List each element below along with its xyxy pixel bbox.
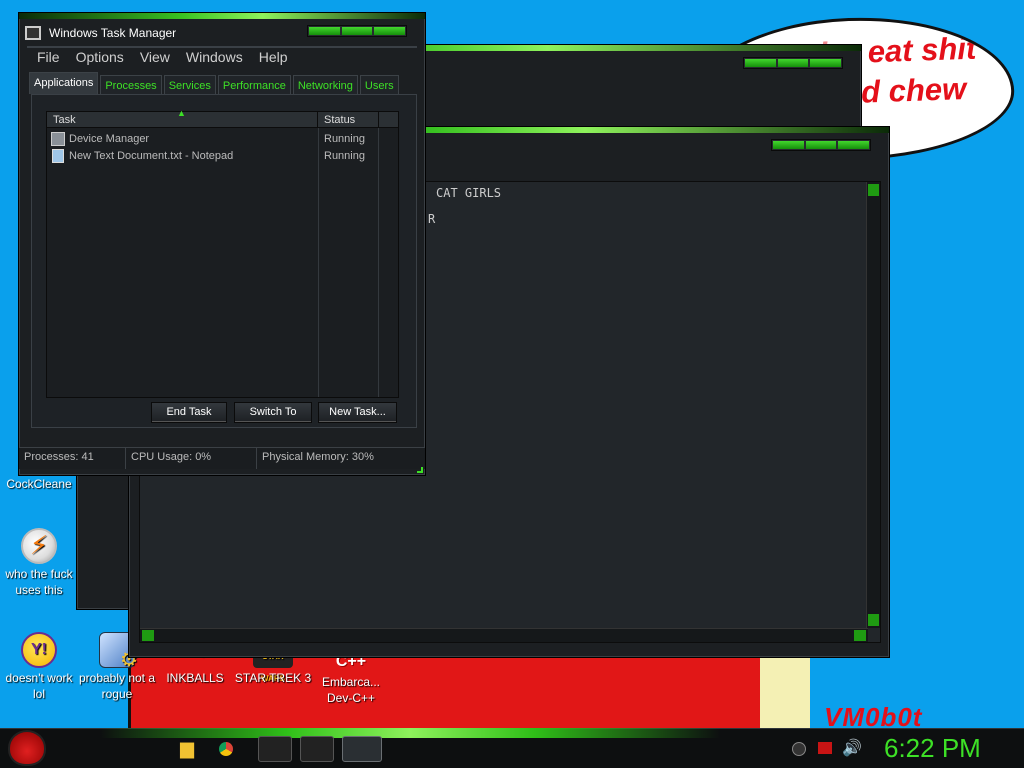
end-task-button[interactable]: End Task — [151, 402, 227, 423]
task-manager-window[interactable]: Windows Task Manager File Options View W… — [18, 12, 426, 476]
lightning-icon: ⚡ — [21, 528, 57, 564]
window-controls[interactable] — [771, 139, 871, 151]
tab-strip: Applications Processes Services Performa… — [29, 72, 401, 94]
new-task-button[interactable]: New Task... — [318, 402, 397, 423]
notepad-text-line1: CAT GIRLS — [436, 186, 502, 200]
tab-services[interactable]: Services — [163, 75, 216, 94]
menu-help[interactable]: Help — [251, 47, 296, 69]
desktop-icon-label: doesn't work lol — [5, 671, 73, 701]
task-manager-taskbar-icon[interactable] — [342, 736, 382, 762]
scroll-left-arrow-icon[interactable] — [142, 630, 154, 641]
window-title: Windows Task Manager — [49, 26, 177, 40]
status-bar: Processes: 41 CPU Usage: 0% Physical Mem… — [19, 447, 425, 469]
minimize-button[interactable] — [309, 27, 340, 35]
desktop-icon-winamp[interactable]: ⚡ who the fuck uses this — [0, 528, 80, 598]
notepad-text-line2: R — [428, 212, 436, 226]
bubble-text-line1: eat shit — [867, 30, 977, 70]
applications-panel: Task ▲ Status Device Manager Running New… — [31, 94, 417, 428]
taskbar-clock[interactable]: 6:22 PM — [884, 733, 981, 764]
yahoo-messenger-icon: Y! — [21, 632, 57, 668]
tray-network-icon[interactable] — [818, 742, 832, 754]
task-status: Running — [324, 150, 365, 162]
tab-networking[interactable]: Networking — [292, 75, 358, 94]
desktop-icon-label: CockCleane — [6, 477, 72, 491]
desktop-icon-label: Embarca... Dev-C++ — [321, 675, 381, 705]
column-divider — [378, 128, 379, 397]
task-name: New Text Document.txt - Notepad — [69, 150, 234, 162]
column-divider — [318, 128, 319, 397]
menu-windows[interactable]: Windows — [178, 47, 251, 69]
tray-chevron-icon[interactable] — [792, 742, 806, 756]
notepad-icon — [52, 149, 64, 163]
desktop-icon-label: INKBALLS — [166, 671, 224, 685]
window-controls[interactable] — [743, 57, 843, 69]
scroll-right-arrow-icon[interactable] — [854, 630, 866, 641]
device-manager-icon — [51, 132, 65, 146]
tab-performance[interactable]: Performance — [217, 75, 291, 94]
tab-applications[interactable]: Applications — [29, 72, 99, 94]
explorer-folder-icon[interactable]: ▆ — [170, 736, 204, 762]
task-list-header: Task ▲ Status — [47, 108, 398, 128]
menu-bar: File Options View Windows Help — [29, 47, 417, 69]
sort-arrow-icon: ▲ — [177, 108, 186, 118]
desktop-icon-yahoo[interactable]: Y! doesn't work lol — [0, 632, 80, 702]
notepad-taskbar-icon[interactable] — [258, 736, 292, 762]
status-processes: Processes: 41 — [19, 448, 126, 469]
window-controls[interactable] — [307, 25, 407, 37]
scroll-down-arrow-icon[interactable] — [868, 614, 879, 626]
menu-view[interactable]: View — [132, 47, 178, 69]
menu-file[interactable]: File — [29, 47, 68, 69]
switch-to-button[interactable]: Switch To — [234, 402, 312, 423]
status-memory: Physical Memory: 30% — [262, 451, 374, 463]
status-cpu: CPU Usage: 0% — [126, 448, 257, 469]
column-header-task[interactable]: Task ▲ — [47, 108, 318, 127]
horizontal-scrollbar[interactable] — [140, 628, 868, 642]
task-list[interactable]: Task ▲ Status Device Manager Running New… — [46, 108, 399, 398]
maximize-button[interactable] — [341, 27, 373, 35]
desktop-icon-devcpp[interactable]: C++ Embarca... Dev-C++ — [310, 652, 392, 706]
desktop-icon-cleaner[interactable]: CockCleane — [0, 476, 80, 492]
wallpaper-cream-shape — [760, 650, 810, 730]
task-manager-icon — [25, 26, 41, 40]
close-button[interactable] — [374, 27, 406, 35]
column-status-label: Status — [324, 114, 356, 126]
table-row[interactable]: New Text Document.txt - Notepad Running — [47, 148, 398, 165]
scroll-up-arrow-icon[interactable] — [868, 184, 879, 196]
table-row[interactable]: Device Manager Running — [47, 131, 398, 148]
tab-processes[interactable]: Processes — [100, 75, 162, 94]
task-name: Device Manager — [69, 133, 150, 145]
column-header-status[interactable]: Status — [319, 112, 379, 127]
desktop-icon-label: STAR TREK 3 — [234, 671, 312, 685]
volume-icon[interactable]: 🔊 — [842, 738, 862, 757]
chrome-icon[interactable] — [214, 737, 238, 761]
resize-grip-icon[interactable] — [417, 467, 423, 473]
device-manager-taskbar-icon[interactable] — [300, 736, 334, 762]
menu-options[interactable]: Options — [68, 47, 132, 69]
desktop-icon-label: who the fuck uses this — [5, 567, 73, 597]
vertical-scrollbar[interactable] — [866, 182, 880, 628]
window-accent-bar — [19, 13, 425, 19]
task-status: Running — [324, 133, 365, 145]
column-task-label: Task — [53, 114, 76, 126]
tab-users[interactable]: Users — [359, 75, 399, 94]
bubble-text-line2: d chew — [860, 70, 967, 110]
start-button-angry-bird-icon[interactable] — [8, 730, 46, 766]
desktop-icon-label: probably not a rogue — [78, 671, 156, 701]
